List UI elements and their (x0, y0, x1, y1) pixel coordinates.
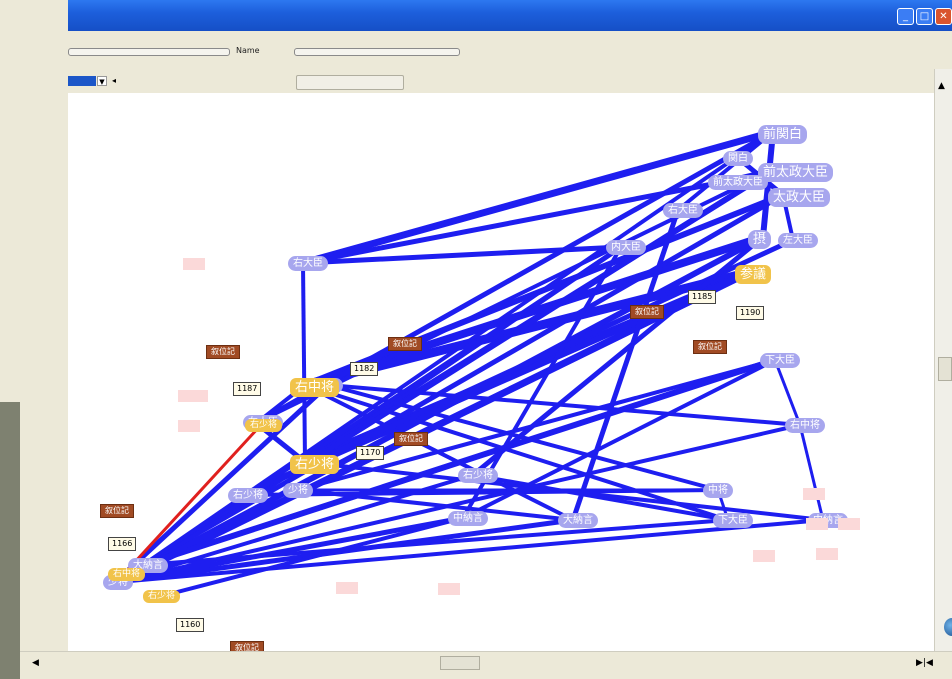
graph-node-faded (803, 488, 825, 500)
graph-node-title[interactable]: 下大臣 (713, 513, 753, 528)
graph-node-faded (806, 518, 828, 530)
title-bar[interactable]: _ □ ✕ (68, 0, 952, 31)
graph-node-year[interactable]: 1190 (736, 306, 765, 320)
graph-node-faded (186, 390, 208, 402)
graph-node-title[interactable]: 右大臣 (663, 203, 703, 218)
vertical-scroll-thumb[interactable] (938, 357, 952, 381)
graph-node-title[interactable]: 下大臣 (760, 353, 800, 368)
graph-node-title[interactable]: 太政大臣 (768, 188, 831, 207)
graph-node-title[interactable]: 右中将 (785, 418, 825, 433)
graph-node-title[interactable]: 前太政大臣 (758, 163, 834, 182)
center-slider[interactable] (296, 75, 404, 90)
vertical-scrollbar[interactable]: ▲ (934, 69, 952, 651)
graph-node-record[interactable]: 叙位記 (394, 432, 428, 446)
graph-node-year[interactable]: 1166 (108, 537, 137, 551)
graph-node-highlight[interactable]: 右中将 (108, 568, 146, 581)
toolbar: ▼ ◂ (68, 69, 952, 93)
graph-node-title[interactable]: 前太政大臣 (708, 175, 768, 190)
graph-node-title[interactable]: 中納言 (448, 511, 488, 526)
graph-node-year[interactable]: 1185 (688, 290, 717, 304)
dropdown-arrow-icon[interactable]: ▼ (97, 76, 107, 86)
graph-node-highlight[interactable]: 右少将 (143, 590, 181, 603)
graph-node-faded (178, 420, 200, 432)
graph-node-record[interactable]: 叙位記 (630, 305, 664, 319)
graph-node-title[interactable]: 中将 (703, 483, 733, 498)
graph-node-year[interactable]: 1187 (233, 382, 262, 396)
graph-node-highlight[interactable]: 右少将 (290, 455, 340, 474)
graph-node-faded (336, 582, 358, 594)
network-graph-canvas[interactable]: 前関白関白前太政大臣太政大臣前太政大臣内大臣摂右大臣左大臣下大臣中将少将右少将大… (68, 93, 934, 655)
graph-node-title[interactable]: 右大臣 (288, 256, 328, 271)
scroll-left-arrow-icon[interactable]: ◀ (32, 658, 39, 668)
horizontal-scroll-thumb[interactable] (440, 656, 480, 670)
graph-node-title[interactable]: 関白 (723, 151, 753, 166)
name-bar: Name (68, 31, 952, 69)
horizontal-scrollbar[interactable]: ◀ ▶|◀ (20, 651, 952, 679)
graph-node-record[interactable]: 叙位記 (388, 337, 422, 351)
graph-edge (798, 424, 825, 521)
scroll-right-arrow-icon[interactable]: ▶|◀ (916, 658, 933, 668)
graph-edge (117, 423, 801, 584)
graph-node-record[interactable]: 叙位記 (693, 340, 727, 354)
graph-node-year[interactable]: 1170 (356, 446, 385, 460)
graph-node-title[interactable]: 内大臣 (606, 240, 646, 255)
graph-node-year[interactable]: 1182 (350, 362, 379, 376)
graph-node-record[interactable]: 叙位記 (100, 504, 134, 518)
graph-node-title[interactable]: 右少将 (458, 468, 498, 483)
graph-node-title[interactable]: 摂 (748, 230, 772, 249)
graph-node-highlight[interactable]: 参議 (735, 265, 772, 284)
selection-dropdown[interactable] (68, 76, 96, 86)
graph-node-highlight[interactable]: 右中将 (290, 378, 340, 397)
graph-node-title[interactable]: 大納言 (558, 513, 598, 528)
graph-node-faded (753, 550, 775, 562)
name-slider-left[interactable] (68, 48, 230, 56)
close-button[interactable]: ✕ (935, 8, 952, 25)
graph-node-title[interactable]: 少将 (283, 483, 313, 498)
graph-node-faded (438, 583, 460, 595)
graph-node-title[interactable]: 前関白 (758, 125, 808, 144)
graph-edge (301, 262, 307, 463)
graph-node-year[interactable]: 1160 (176, 618, 205, 632)
maximize-button[interactable]: □ (916, 8, 933, 25)
scroll-up-arrow-icon[interactable]: ▲ (938, 81, 945, 91)
graph-node-faded (838, 518, 860, 530)
graph-edge (773, 359, 802, 426)
name-slider-right[interactable] (294, 48, 460, 56)
graph-node-faded (183, 258, 205, 270)
graph-window: _ □ ✕ Name ▼ ◂ 前関白 関白 前太政大臣 太政大臣 前太政大臣 内大臣摂右大… (20, 0, 952, 679)
graph-node-title[interactable]: 右少将 (228, 488, 268, 503)
graph-node-highlight[interactable]: 右少将 (245, 419, 283, 432)
graph-node-title[interactable]: 左大臣 (778, 233, 818, 248)
name-label: Name (236, 46, 260, 55)
small-arrow-icon[interactable]: ◂ (112, 76, 122, 86)
desktop-strip (0, 402, 20, 679)
graph-node-faded (816, 548, 838, 560)
minimize-button[interactable]: _ (897, 8, 914, 25)
graph-node-record[interactable]: 叙位記 (206, 345, 240, 359)
